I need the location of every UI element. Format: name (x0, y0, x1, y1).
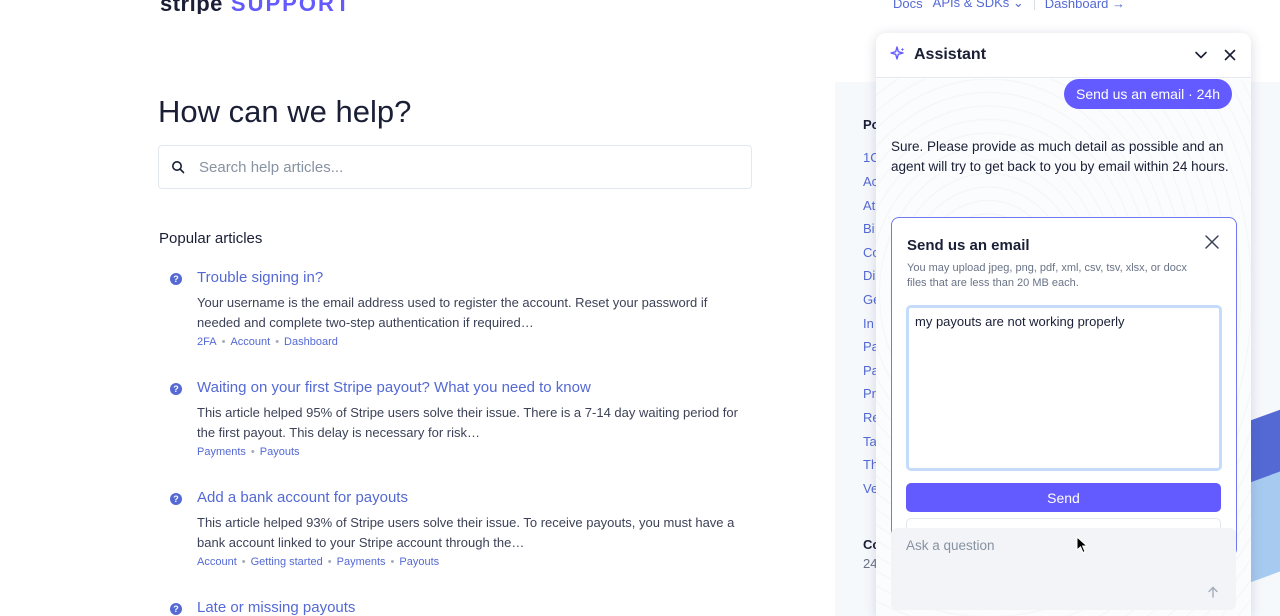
top-nav: Docs APIs & SDKs ⌄ Dashboard → (893, 0, 1125, 11)
ask-question-input[interactable] (906, 538, 1206, 553)
search-bar[interactable] (158, 145, 752, 189)
article-item: ? Add a bank account for payouts This ar… (170, 489, 750, 579)
article-tags: 2FA • Account • Dashboard (197, 336, 338, 348)
question-icon: ? (170, 603, 182, 615)
assistant-message: Sure. Please provide as much detail as p… (891, 139, 1229, 174)
article-title-link[interactable]: Late or missing payouts (197, 599, 355, 616)
tag-link[interactable]: Account (197, 556, 237, 568)
email-message-field[interactable] (906, 305, 1222, 471)
article-tags: Payments • Payouts (197, 446, 300, 458)
article-item: ? Trouble signing in? Your username is t… (170, 269, 750, 359)
stripe-support-logo[interactable]: stripe SUPPORT (160, 0, 351, 14)
chevron-down-icon: ⌄ (1012, 0, 1024, 10)
sidebar-link[interactable]: Di (863, 268, 875, 283)
nav-dashboard-link[interactable]: Dashboard → (1045, 0, 1125, 11)
sparkle-icon (890, 46, 905, 60)
tag-link[interactable]: Payments (337, 556, 386, 568)
nav-apis-sdks-link[interactable]: APIs & SDKs ⌄ (933, 0, 1024, 11)
tag-link[interactable]: Dashboard (284, 336, 338, 348)
assistant-header: Assistant (876, 33, 1251, 78)
article-description: Your username is the email address used … (197, 295, 708, 330)
assistant-conversation: Send us an email · 24h Sure. Please prov… (876, 79, 1251, 616)
tag-link[interactable]: Getting started (251, 556, 323, 568)
email-form-title: Send us an email (907, 237, 1030, 254)
question-icon: ? (170, 273, 182, 285)
top-bar: stripe SUPPORT Docs APIs & SDKs ⌄ Dashboa… (0, 0, 1280, 14)
decorative-stripe-shape (1250, 471, 1280, 583)
article-title-link[interactable]: Waiting on your first Stripe payout? Wha… (197, 379, 591, 396)
popular-articles-heading: Popular articles (159, 230, 263, 247)
tag-link[interactable]: Payouts (260, 446, 300, 458)
article-item: ? Late or missing payouts (170, 599, 750, 616)
close-icon[interactable] (1223, 48, 1237, 62)
search-input[interactable] (199, 158, 739, 176)
sidebar-link[interactable]: In (863, 316, 874, 331)
ask-question-box[interactable] (891, 528, 1236, 610)
article-description: This article helped 95% of Stripe users … (197, 405, 738, 440)
article-description: This article helped 93% of Stripe users … (197, 515, 735, 550)
question-icon: ? (170, 493, 182, 505)
assistant-title: Assistant (914, 46, 987, 63)
mouse-cursor-icon (1076, 536, 1088, 554)
user-message-bubble: Send us an email · 24h (1064, 79, 1232, 109)
sidebar-link[interactable]: Ta (863, 434, 877, 449)
nav-divider (1033, 0, 1035, 10)
upload-note: You may upload jpeg, png, pdf, xml, csv,… (907, 262, 1187, 289)
assistant-panel: Assistant Send us an email · 24h Sure. P… (876, 33, 1251, 616)
tag-link[interactable]: Account (230, 336, 270, 348)
tag-link[interactable]: Payouts (399, 556, 439, 568)
question-icon: ? (170, 383, 182, 395)
logo-product: SUPPORT (230, 0, 352, 14)
article-item: ? Waiting on your first Stripe payout? W… (170, 379, 750, 469)
close-icon[interactable] (1204, 234, 1220, 250)
page-title: How can we help? (158, 94, 412, 129)
sidebar-link[interactable]: At (863, 198, 875, 213)
article-title-link[interactable]: Add a bank account for payouts (197, 489, 408, 506)
send-button[interactable]: Send (906, 483, 1221, 512)
article-tags: Account • Getting started • Payments • Payouts (197, 556, 440, 568)
search-icon (172, 161, 185, 174)
logo-brand: stripe (160, 0, 223, 14)
nav-docs-link[interactable]: Docs (893, 0, 923, 11)
tag-link[interactable]: 2FA (197, 336, 217, 348)
chevron-down-icon[interactable] (1194, 48, 1208, 62)
email-form-card: Send us an email You may upload jpeg, pn… (891, 217, 1237, 557)
tag-link[interactable]: Payments (197, 446, 246, 458)
article-title-link[interactable]: Trouble signing in? (197, 269, 323, 286)
sidebar-link[interactable]: Pr (863, 386, 876, 401)
sidebar-link[interactable]: Bi (863, 221, 875, 236)
arrow-up-icon[interactable] (1206, 585, 1220, 599)
